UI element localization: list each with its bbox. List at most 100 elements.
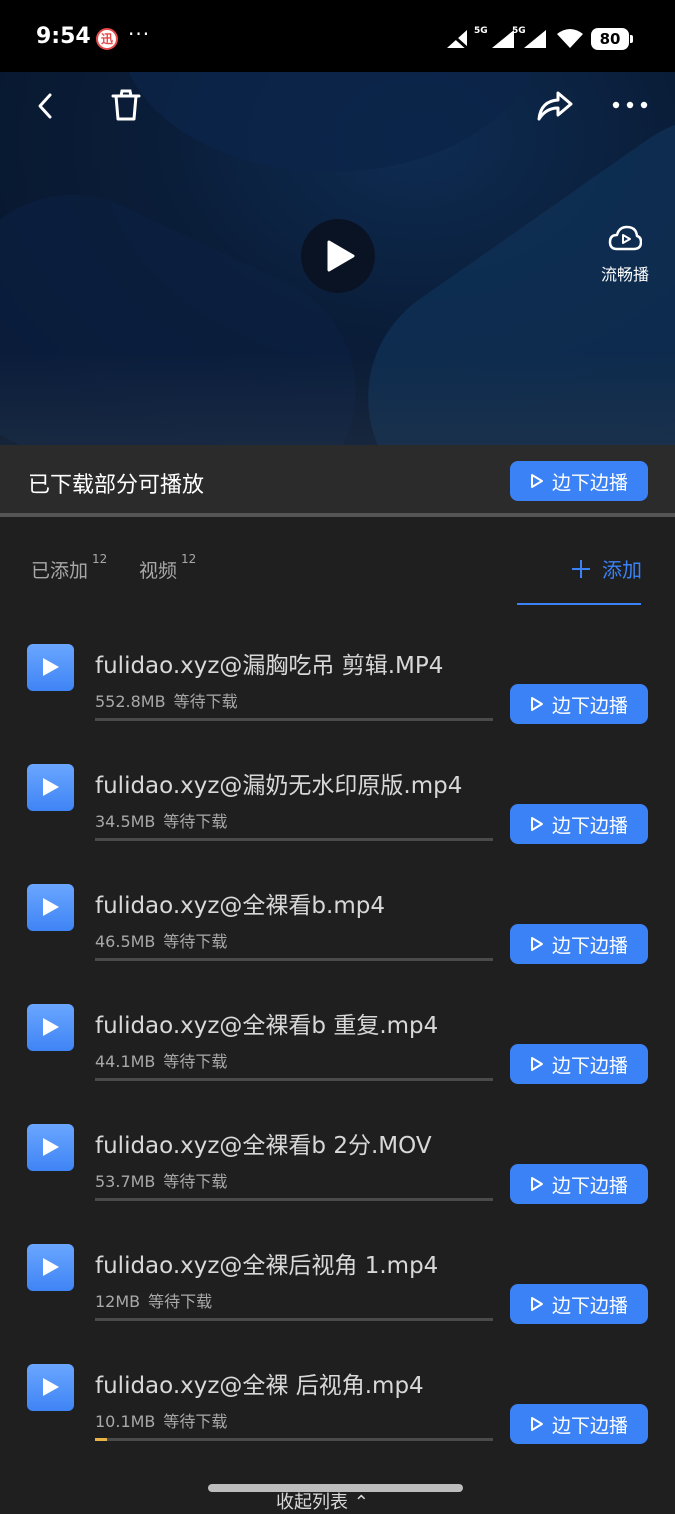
smooth-play-button[interactable]: 流畅播 (594, 225, 656, 285)
list-item[interactable]: fulidao.xyz@全裸看b 重复.mp4 44.1MB 等待下载 边下边播 (0, 1000, 675, 1120)
download-status: 等待下载 (163, 1052, 228, 1071)
play-icon (530, 1057, 543, 1071)
add-label: 添加 (602, 558, 642, 582)
play-icon (43, 1378, 59, 1396)
file-name: fulidao.xyz@漏胸吃吊 剪辑.MP4 (95, 653, 444, 679)
status-bar: 9:54 迅 ··· 5G 5G 80 (0, 0, 675, 72)
video-file-icon (27, 1364, 74, 1411)
cloud-play-icon (608, 225, 643, 251)
download-status: 等待下载 (163, 1172, 228, 1191)
play-while-download-button[interactable]: 边下边播 (510, 1044, 648, 1084)
play-while-download-button[interactable]: 边下边播 (510, 1164, 648, 1204)
button-label: 边下边播 (551, 1414, 628, 1437)
button-label: 边下边播 (551, 934, 628, 957)
play-icon (530, 1297, 543, 1311)
button-label: 边下边播 (551, 1174, 628, 1197)
back-icon[interactable] (34, 92, 58, 120)
more-notifications-icon: ··· (128, 22, 151, 46)
progress-fill (95, 1438, 107, 1441)
list-item[interactable]: fulidao.xyz@全裸 后视角.mp4 10.1MB 等待下载 边下边播 (0, 1360, 675, 1480)
video-file-icon (27, 1244, 74, 1291)
play-icon (43, 1138, 59, 1156)
play-icon (530, 1177, 543, 1191)
progress-bar (95, 1198, 493, 1201)
play-while-download-button[interactable]: 边下边播 (510, 1404, 648, 1444)
button-label: 边下边播 (551, 1054, 628, 1077)
divider (0, 513, 675, 517)
list-item[interactable]: fulidao.xyz@全裸看b.mp4 46.5MB 等待下载 边下边播 (0, 880, 675, 1000)
xunlei-notification-icon: 迅 (96, 28, 118, 50)
progress-bar (95, 958, 493, 961)
play-icon (530, 817, 543, 831)
more-icon[interactable] (612, 100, 648, 110)
home-indicator[interactable] (208, 1484, 463, 1492)
smooth-play-label: 流畅播 (600, 265, 649, 284)
trash-icon[interactable] (110, 88, 142, 122)
file-size: 552.8MB (95, 692, 166, 711)
download-status: 等待下载 (163, 1412, 228, 1431)
video-file-icon (27, 884, 74, 931)
add-button[interactable]: 添加 (570, 554, 642, 583)
tab-added[interactable]: 已添加12 (31, 552, 107, 583)
list-item[interactable]: fulidao.xyz@漏奶无水印原版.mp4 34.5MB 等待下载 边下边播 (0, 760, 675, 880)
file-meta: 53.7MB 等待下载 (95, 1168, 227, 1192)
file-size: 10.1MB (95, 1412, 156, 1431)
file-meta: 12MB 等待下载 (95, 1288, 212, 1312)
progress-bar (95, 1318, 493, 1321)
download-status: 等待下载 (163, 812, 228, 831)
file-meta: 46.5MB 等待下载 (95, 928, 227, 952)
button-label: 边下边播 (551, 1294, 628, 1317)
tab-label: 已添加 (31, 560, 89, 582)
file-meta: 44.1MB 等待下载 (95, 1048, 227, 1072)
video-file-icon (27, 1004, 74, 1051)
list-item[interactable]: fulidao.xyz@全裸后视角 1.mp4 12MB 等待下载 边下边播 (0, 1240, 675, 1360)
wifi-icon (557, 29, 583, 48)
list-item[interactable]: fulidao.xyz@漏胸吃吊 剪辑.MP4 552.8MB 等待下载 边下边播 (0, 640, 675, 760)
no-sim-icon (446, 29, 470, 50)
file-meta: 34.5MB 等待下载 (95, 808, 227, 832)
share-icon[interactable] (536, 90, 574, 122)
file-name: fulidao.xyz@全裸看b 重复.mp4 (95, 1013, 439, 1039)
video-file-icon (27, 764, 74, 811)
progress-bar (95, 718, 493, 721)
tab-bar: 已添加12 视频12 添加 (0, 540, 675, 610)
progress-bar (95, 1438, 493, 1441)
partial-play-text: 已下载部分可播放 (28, 473, 205, 498)
progress-bar (95, 838, 493, 841)
file-name: fulidao.xyz@全裸看b.mp4 (95, 893, 385, 919)
video-file-icon (27, 1124, 74, 1171)
signal-icon-2 (524, 30, 546, 48)
video-file-icon (27, 644, 74, 691)
play-while-download-button[interactable]: 边下边播 (510, 1284, 648, 1324)
button-label: 边下边播 (551, 471, 628, 494)
file-name: fulidao.xyz@全裸看b 2分.MOV (95, 1133, 432, 1159)
file-name: fulidao.xyz@漏奶无水印原版.mp4 (95, 773, 463, 799)
list-item[interactable]: fulidao.xyz@全裸看b 2分.MOV 53.7MB 等待下载 边下边播 (0, 1120, 675, 1240)
tab-video[interactable]: 视频12 (139, 552, 196, 583)
tab-label: 视频 (139, 560, 178, 582)
file-size: 46.5MB (95, 932, 156, 951)
play-while-download-button[interactable]: 边下边播 (510, 461, 648, 501)
partial-play-banner: 已下载部分可播放 边下边播 (0, 445, 675, 515)
file-meta: 552.8MB 等待下载 (95, 688, 238, 712)
play-icon (530, 474, 543, 488)
download-status: 等待下载 (163, 932, 228, 951)
bg-shape (120, 72, 540, 172)
bg-shape (0, 352, 675, 445)
play-icon (530, 697, 543, 711)
download-status: 等待下载 (173, 692, 238, 711)
play-icon (530, 1417, 543, 1431)
play-while-download-button[interactable]: 边下边播 (510, 804, 648, 844)
play-while-download-button[interactable]: 边下边播 (510, 924, 648, 964)
file-meta: 10.1MB 等待下载 (95, 1408, 227, 1432)
play-while-download-button[interactable]: 边下边播 (510, 684, 648, 724)
file-name: fulidao.xyz@全裸 后视角.mp4 (95, 1373, 424, 1399)
button-label: 边下边播 (551, 814, 628, 837)
tab-count: 12 (92, 552, 108, 566)
play-icon (43, 898, 59, 916)
play-icon (43, 778, 59, 796)
play-button[interactable] (301, 219, 375, 293)
file-size: 44.1MB (95, 1052, 156, 1071)
file-size: 12MB (95, 1292, 141, 1311)
play-icon (43, 658, 59, 676)
